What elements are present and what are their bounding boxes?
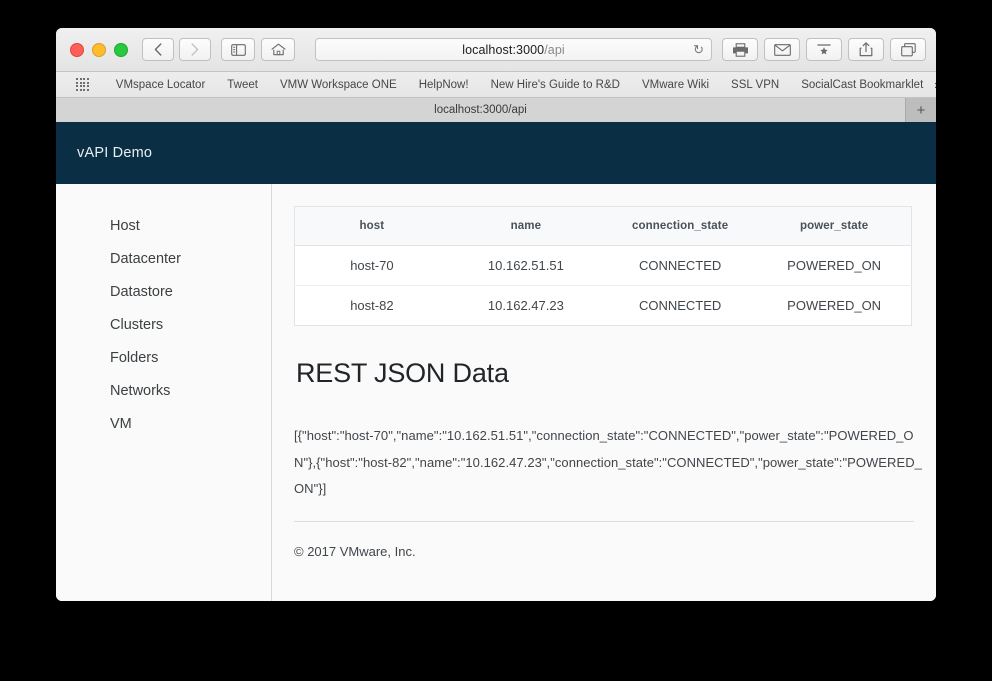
mail-icon	[773, 43, 791, 56]
sidebar-toggle-button[interactable]	[221, 38, 255, 61]
column-header-power-state: power_state	[757, 206, 912, 246]
sidebar-icon	[230, 43, 246, 56]
table-header-row: host name connection_state power_state	[294, 206, 912, 246]
address-bar[interactable]: localhost:3000/api ↻	[315, 38, 712, 61]
cell-name: 10.162.51.51	[448, 245, 603, 286]
new-tab-button[interactable]: +	[906, 98, 936, 122]
print-icon	[732, 42, 748, 57]
hosts-table: host name connection_state power_state h…	[294, 206, 912, 326]
bookmark-vmware-wiki[interactable]: VMware Wiki	[631, 79, 720, 91]
table-row: host-70 10.162.51.51 CONNECTED POWERED_O…	[294, 245, 912, 286]
bookmark-helpnow[interactable]: HelpNow!	[408, 79, 480, 91]
back-button[interactable]	[142, 38, 174, 61]
bookmark-new-hires-guide[interactable]: New Hire's Guide to R&D	[480, 79, 631, 91]
bookmark-vmw-workspace-one[interactable]: VMW Workspace ONE	[269, 79, 408, 91]
sidebar-item-clusters[interactable]: Clusters	[56, 309, 271, 342]
bookmark-ssl-vpn[interactable]: SSL VPN	[720, 79, 790, 91]
section-title: REST JSON Data	[296, 358, 509, 388]
column-header-name: name	[448, 206, 603, 246]
bookmark-socialcast[interactable]: SocialCast Bookmarklet	[790, 79, 934, 91]
cell-connection-state: CONNECTED	[638, 298, 722, 313]
sidebar-item-networks[interactable]: Networks	[56, 375, 271, 408]
json-output: [{"host":"host-70","name":"10.162.51.51"…	[294, 428, 922, 497]
table-header: host name connection_state power_state	[294, 206, 912, 246]
sidebar-item-vm[interactable]: VM	[56, 408, 271, 441]
tabs-icon	[900, 42, 916, 56]
bookmarks-overflow-button[interactable]: »	[934, 77, 936, 92]
toolbar-actions	[722, 38, 926, 61]
cell-power-state: POWERED_ON	[757, 245, 912, 286]
main-content: host name connection_state power_state h…	[272, 184, 936, 601]
cell-host: host-82	[350, 298, 394, 313]
reading-list-button[interactable]	[806, 38, 842, 61]
forward-icon	[191, 43, 199, 56]
share-button[interactable]	[848, 38, 884, 61]
cell-host: host-70	[294, 245, 449, 286]
web-page: vAPI Demo Host Datacenter Datastore Clus…	[56, 122, 936, 601]
print-button[interactable]	[722, 38, 758, 61]
show-tabs-button[interactable]	[890, 38, 926, 61]
home-button[interactable]	[261, 38, 295, 61]
bookmarks-bar: VMspace Locator Tweet VMW Workspace ONE …	[56, 72, 936, 98]
column-header-connection-state: connection_state	[603, 206, 758, 246]
tab-localhost-api[interactable]: localhost:3000/api	[56, 98, 906, 122]
reading-list-star-icon	[817, 44, 831, 55]
view-buttons	[221, 38, 295, 61]
sidebar-item-folders[interactable]: Folders	[56, 342, 271, 375]
share-icon	[859, 42, 873, 57]
browser-toolbar: localhost:3000/api ↻	[56, 28, 936, 72]
bookmark-tweet[interactable]: Tweet	[216, 79, 269, 91]
site-brand[interactable]: vAPI Demo	[77, 145, 152, 161]
tab-bar: localhost:3000/api +	[56, 98, 936, 122]
cell-name: 10.162.47.23	[487, 298, 564, 313]
column-header-host: host	[294, 206, 449, 246]
reload-icon[interactable]: ↻	[693, 43, 704, 56]
apps-grid-icon[interactable]	[76, 78, 89, 91]
table-body: host-70 10.162.51.51 CONNECTED POWERED_O…	[294, 245, 912, 326]
sidebar-item-host[interactable]: Host	[56, 210, 271, 243]
back-icon	[154, 43, 162, 56]
footer-divider	[294, 520, 914, 522]
sidebar-item-datacenter[interactable]: Datacenter	[56, 243, 271, 276]
cell-power-state: POWERED_ON	[787, 298, 882, 313]
sidebar: Host Datacenter Datastore Clusters Folde…	[56, 184, 272, 601]
window-controls	[70, 42, 128, 57]
table-row: host-82 10.162.47.23 CONNECTED POWERED_O…	[295, 286, 912, 326]
address-path: /api	[544, 42, 565, 57]
cell-connection-state: CONNECTED	[603, 245, 758, 286]
forward-button[interactable]	[179, 38, 211, 61]
page-body: Host Datacenter Datastore Clusters Folde…	[56, 184, 936, 601]
copyright-text: © 2017 VMware, Inc.	[294, 543, 416, 559]
address-host: localhost:3000	[462, 42, 545, 57]
mail-button[interactable]	[764, 38, 800, 61]
tab-title: localhost:3000/api	[434, 104, 527, 116]
browser-window: localhost:3000/api ↻ VMspace Locator Twe…	[56, 28, 936, 601]
site-navbar: vAPI Demo	[56, 122, 936, 184]
home-icon	[270, 43, 286, 56]
bookmark-vmspace-locator[interactable]: VMspace Locator	[105, 79, 217, 91]
zoom-window-button[interactable]	[114, 42, 128, 57]
navigation-buttons	[142, 38, 211, 61]
sidebar-item-datastore[interactable]: Datastore	[56, 276, 271, 309]
close-window-button[interactable]	[70, 42, 84, 57]
address-text: localhost:3000/api	[316, 43, 711, 57]
minimize-window-button[interactable]	[92, 42, 106, 57]
